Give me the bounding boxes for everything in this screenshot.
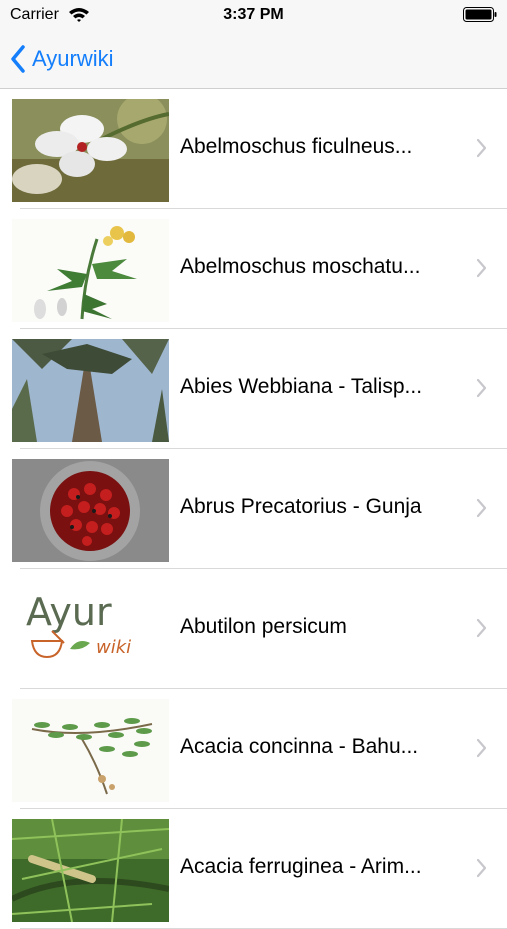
plant-thumbnail xyxy=(12,219,169,322)
status-time: 3:37 PM xyxy=(223,6,284,23)
status-bar: Carrier 3:37 PM xyxy=(0,0,507,30)
item-title: Abrus Precatorius - Gunja xyxy=(180,495,422,518)
logo-text: Ayur xyxy=(26,590,112,634)
list-item[interactable]: Abrus Precatorius - Gunja xyxy=(0,449,507,569)
white-flower-image xyxy=(12,99,169,202)
item-title: Acacia ferruginea - Arim... xyxy=(180,855,422,878)
battery-icon xyxy=(463,7,497,22)
item-title: Abies Webbiana - Talisp... xyxy=(180,375,423,398)
item-title: Abelmoschus moschatu... xyxy=(180,255,421,278)
plant-thumbnail xyxy=(12,339,169,442)
list-item[interactable]: Ayur wiki Abutilon persicum xyxy=(0,569,507,689)
item-title: Acacia concinna - Bahu... xyxy=(180,735,419,758)
plant-thumbnail xyxy=(12,99,169,202)
plant-thumbnail xyxy=(12,459,169,562)
item-title: Abutilon persicum xyxy=(180,615,347,638)
navigation-bar: Ayurwiki xyxy=(0,30,507,89)
list-item[interactable]: Acacia concinna - Bahu... xyxy=(0,689,507,809)
back-button[interactable]: Ayurwiki xyxy=(10,42,114,76)
acacia-branch-image xyxy=(12,819,169,922)
plant-thumbnail xyxy=(12,819,169,922)
list-item[interactable]: Abelmoschus ficulneus... xyxy=(0,89,507,209)
botanical-plant-drawing-image xyxy=(12,219,169,322)
fir-tree-trunk-image xyxy=(12,339,169,442)
chevron-right-icon xyxy=(476,498,487,518)
chevron-left-icon xyxy=(11,45,25,73)
chevron-right-icon xyxy=(476,258,487,278)
plant-list: Abelmoschus ficulneus... Abelmoschus mos… xyxy=(0,89,507,929)
red-seeds-bowl-image xyxy=(12,459,169,562)
back-button-label: Ayurwiki xyxy=(32,46,114,71)
ayurwiki-logo-image: Ayur wiki xyxy=(12,579,169,682)
chevron-right-icon xyxy=(476,858,487,878)
logo-subtext: wiki xyxy=(96,637,131,658)
chevron-right-icon xyxy=(476,618,487,638)
list-item[interactable]: Acacia ferruginea - Arim... xyxy=(0,809,507,929)
plant-thumbnail: Ayur wiki xyxy=(12,579,169,682)
list-item[interactable]: Abelmoschus moschatu... xyxy=(0,209,507,329)
chevron-right-icon xyxy=(476,138,487,158)
list-item[interactable]: Abies Webbiana - Talisp... xyxy=(0,329,507,449)
plant-thumbnail xyxy=(12,699,169,802)
chevron-right-icon xyxy=(476,738,487,758)
leaf-branch-drawing-image xyxy=(12,699,169,802)
item-title: Abelmoschus ficulneus... xyxy=(180,135,413,158)
chevron-right-icon xyxy=(476,378,487,398)
